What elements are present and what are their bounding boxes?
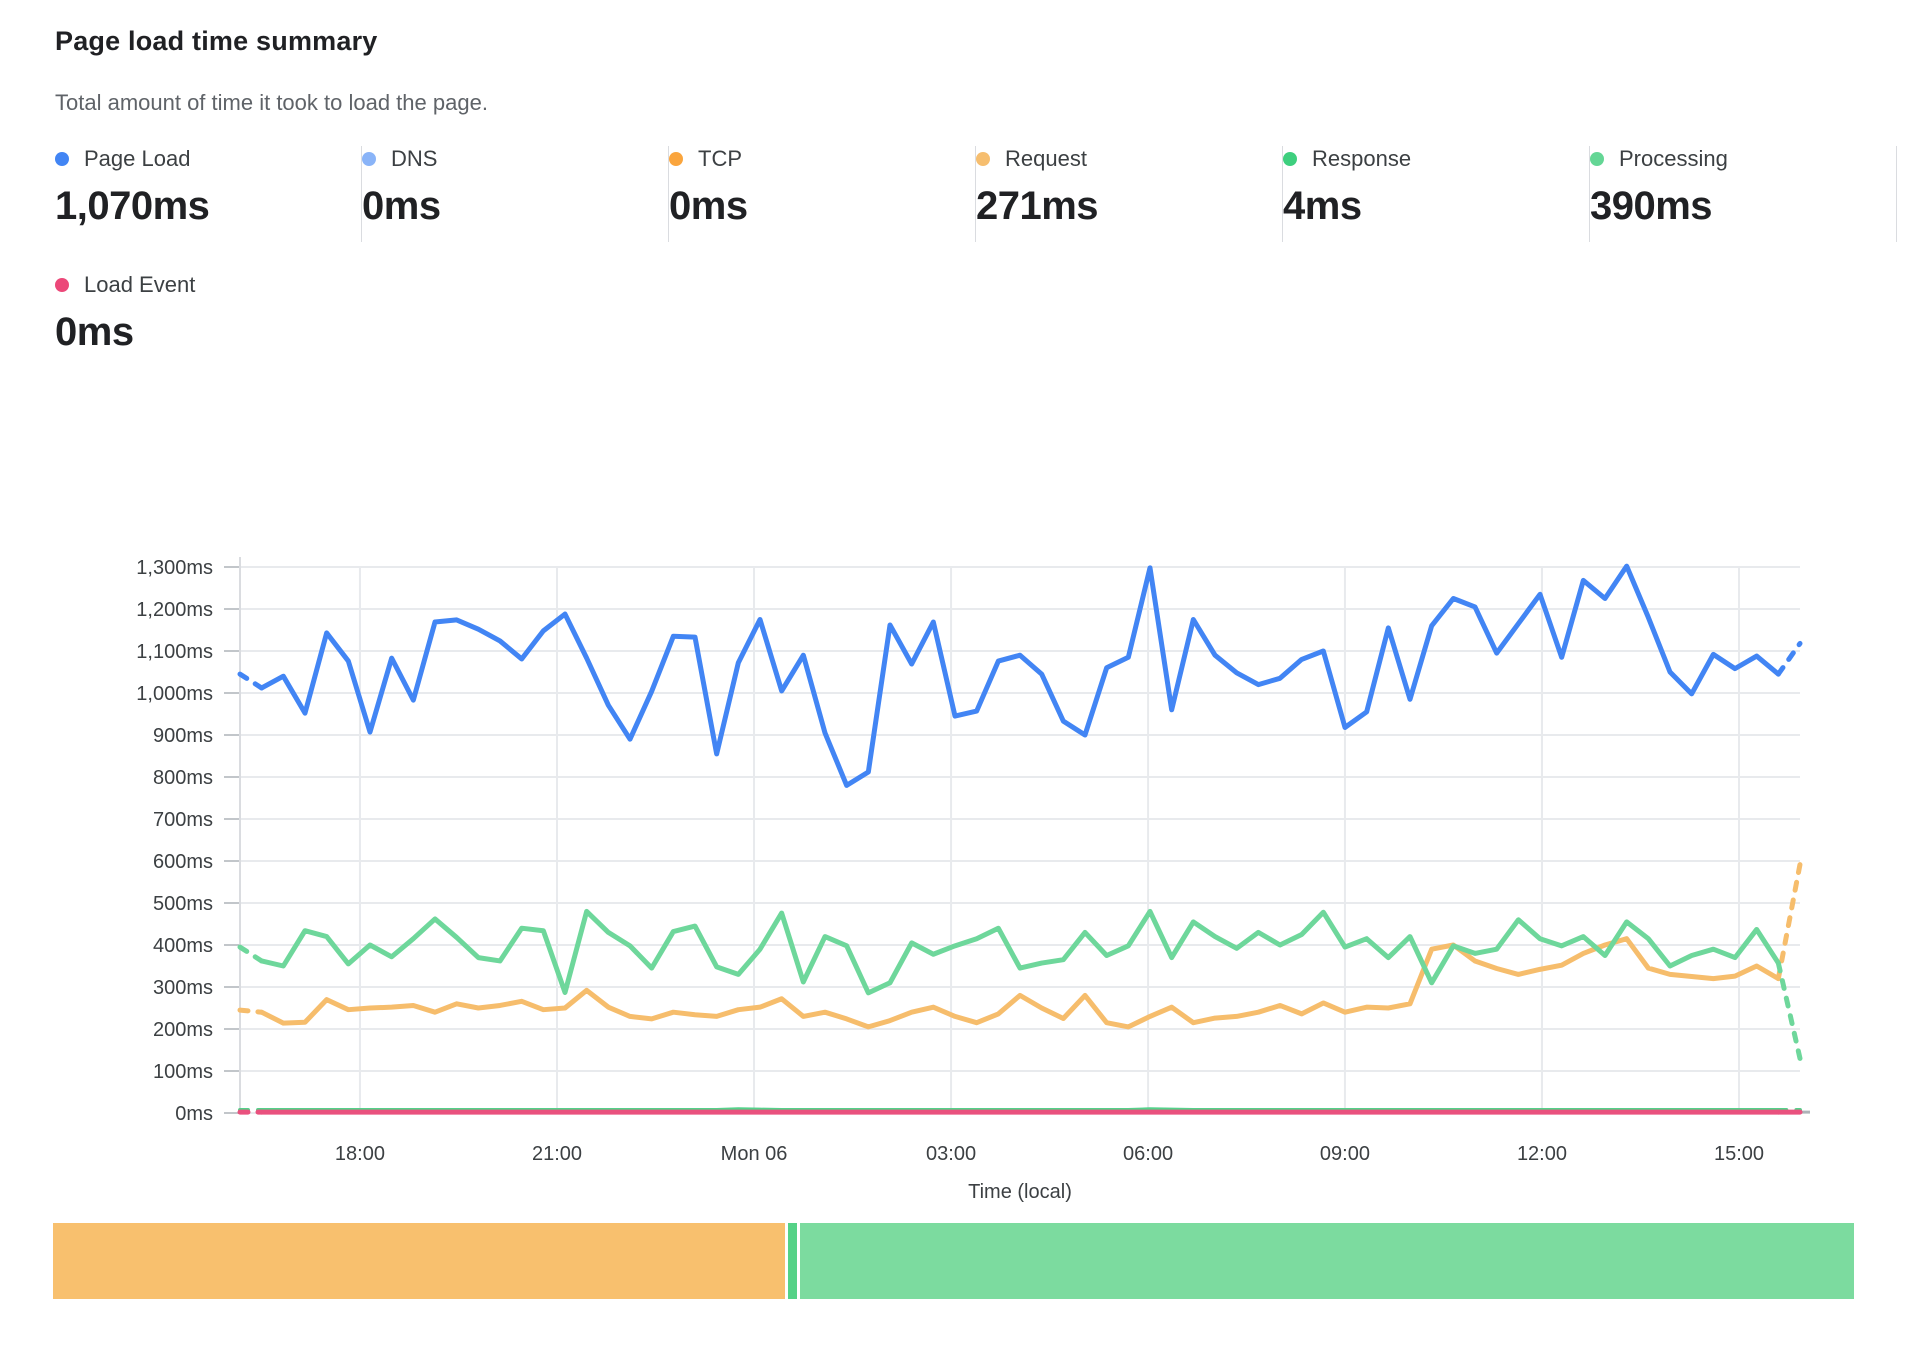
y-tick-label: 700ms bbox=[153, 809, 213, 831]
series-page-load bbox=[262, 566, 1779, 785]
x-tick-label: 06:00 bbox=[1123, 1143, 1173, 1165]
x-tick-label: 18:00 bbox=[335, 1143, 385, 1165]
series-processing-dashed bbox=[240, 947, 262, 961]
x-tick-label: 15:00 bbox=[1714, 1143, 1764, 1165]
y-tick-label: 600ms bbox=[153, 851, 213, 873]
series-processing-dashed bbox=[1778, 963, 1800, 1058]
y-tick-label: 400ms bbox=[153, 935, 213, 957]
x-tick-label: 03:00 bbox=[926, 1143, 976, 1165]
x-tick-label: 09:00 bbox=[1320, 1143, 1370, 1165]
y-tick-label: 800ms bbox=[153, 767, 213, 789]
y-tick-label: 1,100ms bbox=[136, 641, 213, 663]
series-request bbox=[262, 939, 1779, 1027]
availability-segment-ok bbox=[800, 1223, 1854, 1299]
x-tick-label: 21:00 bbox=[532, 1143, 582, 1165]
x-tick-label: Mon 06 bbox=[721, 1143, 788, 1165]
series-processing bbox=[262, 911, 1779, 992]
availability-segment-warning bbox=[53, 1223, 785, 1299]
page-load-summary-panel: Page load time summary Total amount of t… bbox=[0, 0, 1910, 1352]
y-tick-label: 500ms bbox=[153, 893, 213, 915]
series-request-dashed bbox=[240, 1010, 262, 1012]
series-page-load-dashed bbox=[1778, 643, 1800, 674]
availability-segment-ok-sliver bbox=[788, 1223, 797, 1299]
x-axis-title: Time (local) bbox=[968, 1181, 1072, 1203]
y-tick-label: 300ms bbox=[153, 977, 213, 999]
y-tick-label: 1,000ms bbox=[136, 683, 213, 705]
y-tick-label: 1,200ms bbox=[136, 599, 213, 621]
series-page-load-dashed bbox=[240, 674, 262, 688]
y-tick-label: 0ms bbox=[175, 1103, 213, 1125]
x-tick-label: 12:00 bbox=[1517, 1143, 1567, 1165]
series-request-dashed bbox=[1778, 864, 1800, 978]
y-tick-label: 900ms bbox=[153, 725, 213, 747]
y-tick-label: 100ms bbox=[153, 1061, 213, 1083]
y-tick-label: 1,300ms bbox=[136, 557, 213, 579]
load-time-line-chart[interactable]: 0ms 100ms 200ms 300ms 400ms 500ms 600ms 700ms 80… bbox=[0, 0, 1910, 1352]
y-tick-label: 200ms bbox=[153, 1019, 213, 1041]
availability-timeline-bar[interactable] bbox=[53, 1223, 1857, 1299]
